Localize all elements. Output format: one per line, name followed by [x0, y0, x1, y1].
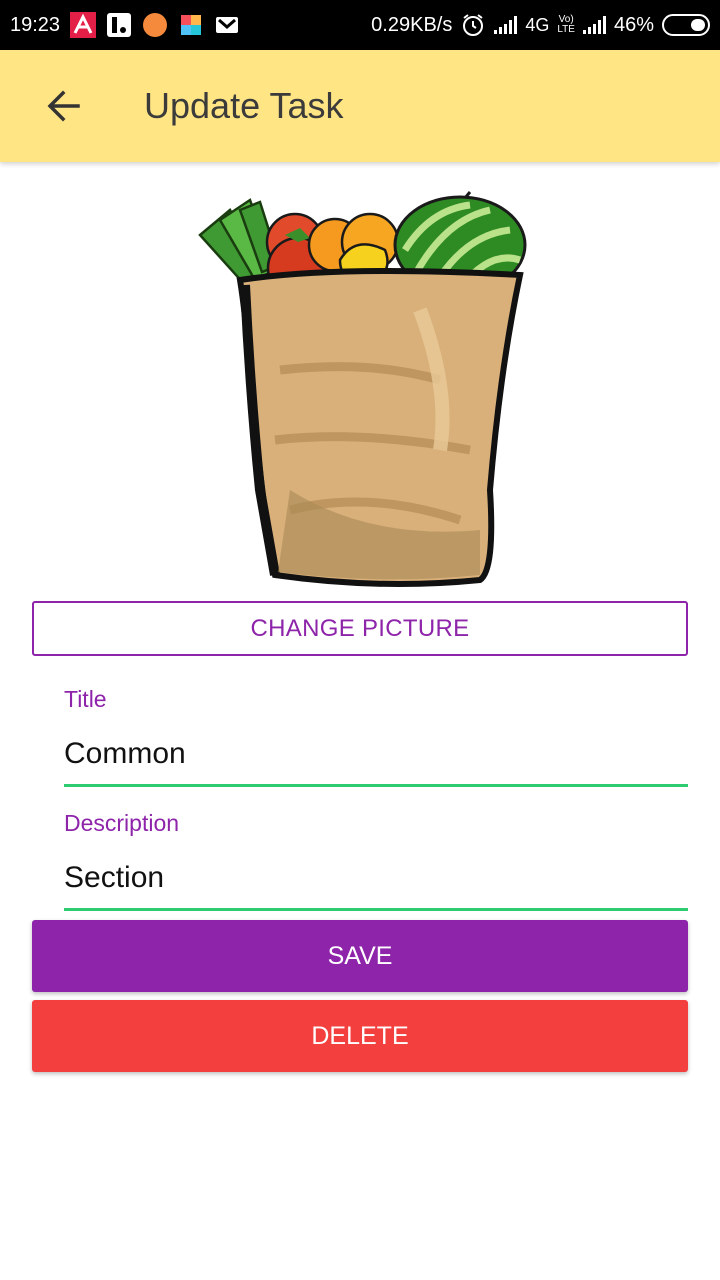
title-field[interactable]: Title Common: [64, 686, 688, 790]
title-input[interactable]: Common: [64, 737, 688, 771]
task-picture: [190, 190, 530, 590]
signal-strength-icon: [494, 16, 518, 34]
change-picture-button[interactable]: CHANGE PICTURE: [32, 601, 688, 656]
status-bar: 19:23 0.29KB/s 4G Vo) LTE 46%: [0, 0, 720, 50]
alarm-icon: [460, 12, 486, 38]
volte-bottom: LTE: [557, 24, 575, 35]
save-button[interactable]: SAVE: [32, 920, 688, 992]
status-time: 19:23: [10, 13, 61, 36]
kite-icon: [178, 12, 204, 38]
description-field[interactable]: Description Section: [64, 810, 688, 914]
delete-button[interactable]: DELETE: [32, 1000, 688, 1072]
volte-badge: Vo) LTE: [557, 15, 575, 35]
battery-icon: [662, 14, 710, 36]
signal-strength-icon-2: [582, 16, 606, 34]
description-underline: [64, 908, 688, 911]
gmail-icon: [214, 12, 240, 38]
orange-circle-icon: [142, 12, 168, 38]
airtel-icon: [70, 12, 97, 38]
title-underline: [64, 784, 688, 787]
description-label: Description: [64, 810, 180, 836]
description-input[interactable]: Section: [64, 861, 688, 895]
back-button[interactable]: [32, 74, 96, 138]
app-notification-icon: [106, 12, 132, 38]
network-type: 4G: [525, 14, 550, 35]
arrow-left-icon: [47, 90, 80, 122]
status-right: 0.29KB/s 4G Vo) LTE 46%: [371, 12, 710, 38]
grocery-bag-image: [198, 191, 527, 587]
title-label: Title: [64, 686, 107, 712]
network-speed: 0.29KB/s: [371, 13, 453, 36]
app-bar: Update Task: [0, 50, 720, 162]
page-title: Update Task: [144, 85, 344, 126]
battery-percent: 46%: [613, 13, 654, 36]
status-left: 19:23: [10, 12, 240, 38]
